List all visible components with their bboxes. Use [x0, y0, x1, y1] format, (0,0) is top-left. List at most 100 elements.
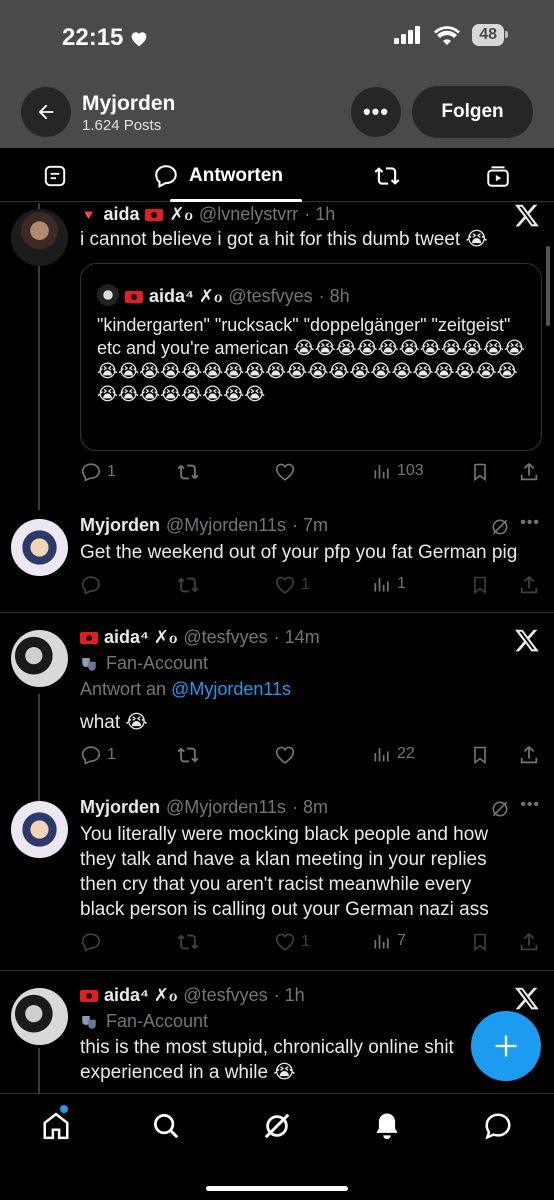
- home-icon[interactable]: [41, 1111, 71, 1141]
- speech-bubble-icon: [155, 165, 177, 188]
- author-handle[interactable]: @tesfvyes: [183, 985, 267, 1006]
- back-button[interactable]: [21, 87, 71, 137]
- avatar[interactable]: [11, 519, 68, 576]
- tab-reposts[interactable]: [372, 163, 402, 189]
- thread-connector: [38, 694, 40, 804]
- media-icon: [487, 166, 509, 187]
- avatar[interactable]: [11, 801, 68, 858]
- bookmark-icon: [474, 463, 486, 482]
- tweet-actions: 1 1: [80, 574, 540, 598]
- author-handle[interactable]: @Myjorden11s: [166, 515, 286, 536]
- bottom-navigation: [0, 1093, 554, 1200]
- avatar[interactable]: [11, 988, 68, 1045]
- messages-icon[interactable]: [483, 1111, 513, 1141]
- heart-icon: [275, 576, 295, 594]
- views-button[interactable]: 1: [372, 574, 406, 594]
- profile-tabs: Antworten: [0, 150, 554, 202]
- more-icon[interactable]: •••: [520, 514, 540, 532]
- repost-button[interactable]: [176, 461, 200, 483]
- tweet-time: · 1h: [304, 204, 336, 224]
- reply-button[interactable]: [80, 574, 102, 596]
- more-icon[interactable]: •••: [520, 796, 540, 814]
- avatar[interactable]: [11, 209, 68, 266]
- bookmark-icon: [474, 576, 486, 595]
- battery-indicator: 48: [472, 24, 508, 46]
- like-button[interactable]: [274, 744, 296, 766]
- theater-masks-icon: [82, 657, 96, 671]
- reply-to-prefix: Antwort an: [80, 679, 167, 699]
- share-icon: [520, 746, 538, 764]
- bell-icon[interactable]: [372, 1111, 402, 1141]
- author-handle[interactable]: @Myjorden11s: [166, 797, 286, 818]
- albania-flag-icon: [80, 632, 98, 644]
- reply-to-handle-link[interactable]: @Myjorden11s: [171, 679, 291, 699]
- tweet-text: what 😭: [80, 712, 148, 733]
- views-button[interactable]: 7: [372, 931, 406, 951]
- repost-button[interactable]: [176, 931, 200, 953]
- tweet-text: this is the most stupid, chronically onl…: [80, 1037, 454, 1083]
- reply-icon: [81, 933, 101, 952]
- badge-label: Fan-Account: [106, 1011, 209, 1031]
- grok-icon[interactable]: [262, 1111, 292, 1141]
- grok-icon[interactable]: [490, 517, 510, 537]
- heart-icon: [275, 463, 295, 481]
- reply-button[interactable]: [80, 931, 102, 953]
- tweet-time: · 8m: [292, 797, 329, 817]
- scroll-indicator[interactable]: [546, 246, 550, 326]
- grok-icon[interactable]: [490, 799, 510, 819]
- tweet-header: Myjorden @Myjorden11s · 8m: [80, 797, 328, 818]
- repost-icon: [374, 167, 400, 185]
- views-count: 7: [397, 932, 406, 949]
- repost-button[interactable]: [176, 574, 200, 596]
- share-button[interactable]: [518, 461, 540, 483]
- like-button[interactable]: [274, 461, 296, 483]
- heart-icon: [275, 933, 295, 951]
- bookmark-button[interactable]: [470, 574, 490, 596]
- bookmark-button[interactable]: [470, 744, 490, 766]
- author-name[interactable]: aida⁴ ✗ℴ: [104, 627, 177, 648]
- tweet-time: · 1h: [273, 985, 305, 1005]
- like-count: 1: [301, 576, 310, 593]
- bar-chart-icon: [374, 578, 389, 592]
- tab-replies[interactable]: Antworten: [153, 163, 283, 189]
- status-time: 22:15: [62, 24, 149, 52]
- reply-button[interactable]: 1: [80, 744, 116, 766]
- author-name[interactable]: Myjorden: [80, 515, 160, 536]
- views-count: 1: [397, 575, 406, 592]
- like-button[interactable]: 1: [274, 931, 310, 953]
- tweet-header: 🔻 aida ✗ℴ @lvnelystvrr · 1h: [80, 204, 335, 225]
- search-icon[interactable]: [151, 1111, 181, 1141]
- share-button[interactable]: [518, 744, 540, 766]
- share-button[interactable]: [518, 574, 540, 596]
- thread-connector: [38, 1048, 40, 1093]
- tweet-actions: 1 7: [80, 931, 540, 955]
- status-indicators: 48: [394, 24, 508, 46]
- repost-button[interactable]: [176, 744, 200, 766]
- author-handle[interactable]: @lvnelystvrr: [199, 204, 298, 225]
- follow-button[interactable]: Folgen: [412, 86, 533, 138]
- views-count: 103: [397, 462, 424, 479]
- bookmark-button[interactable]: [470, 931, 490, 953]
- tab-posts[interactable]: [42, 163, 68, 189]
- reply-button[interactable]: 1: [80, 461, 116, 483]
- quoted-tweet[interactable]: aida⁴ ✗ℴ @tesfvyes · 8h "kindergarten" "…: [80, 263, 542, 451]
- share-icon: [520, 463, 538, 481]
- views-count: 22: [397, 745, 415, 762]
- author-name[interactable]: Myjorden: [80, 797, 160, 818]
- bookmark-button[interactable]: [470, 461, 490, 483]
- author-name[interactable]: aida⁴ ✗ℴ: [104, 985, 177, 1006]
- views-button[interactable]: 103: [372, 461, 424, 481]
- tab-media[interactable]: [484, 163, 512, 189]
- compose-button[interactable]: [471, 1011, 541, 1081]
- reply-count: 1: [107, 746, 116, 763]
- more-options-button[interactable]: •••: [351, 87, 401, 137]
- author-name[interactable]: aida: [103, 204, 139, 225]
- x-logo-icon: [514, 629, 539, 652]
- avatar[interactable]: [11, 630, 68, 687]
- views-button[interactable]: 22: [372, 744, 415, 764]
- like-button[interactable]: 1: [274, 574, 310, 596]
- share-button[interactable]: [518, 931, 540, 953]
- author-handle[interactable]: @tesfvyes: [183, 627, 267, 648]
- tab-replies-label: Antworten: [189, 165, 283, 186]
- bookmark-icon: [474, 746, 486, 765]
